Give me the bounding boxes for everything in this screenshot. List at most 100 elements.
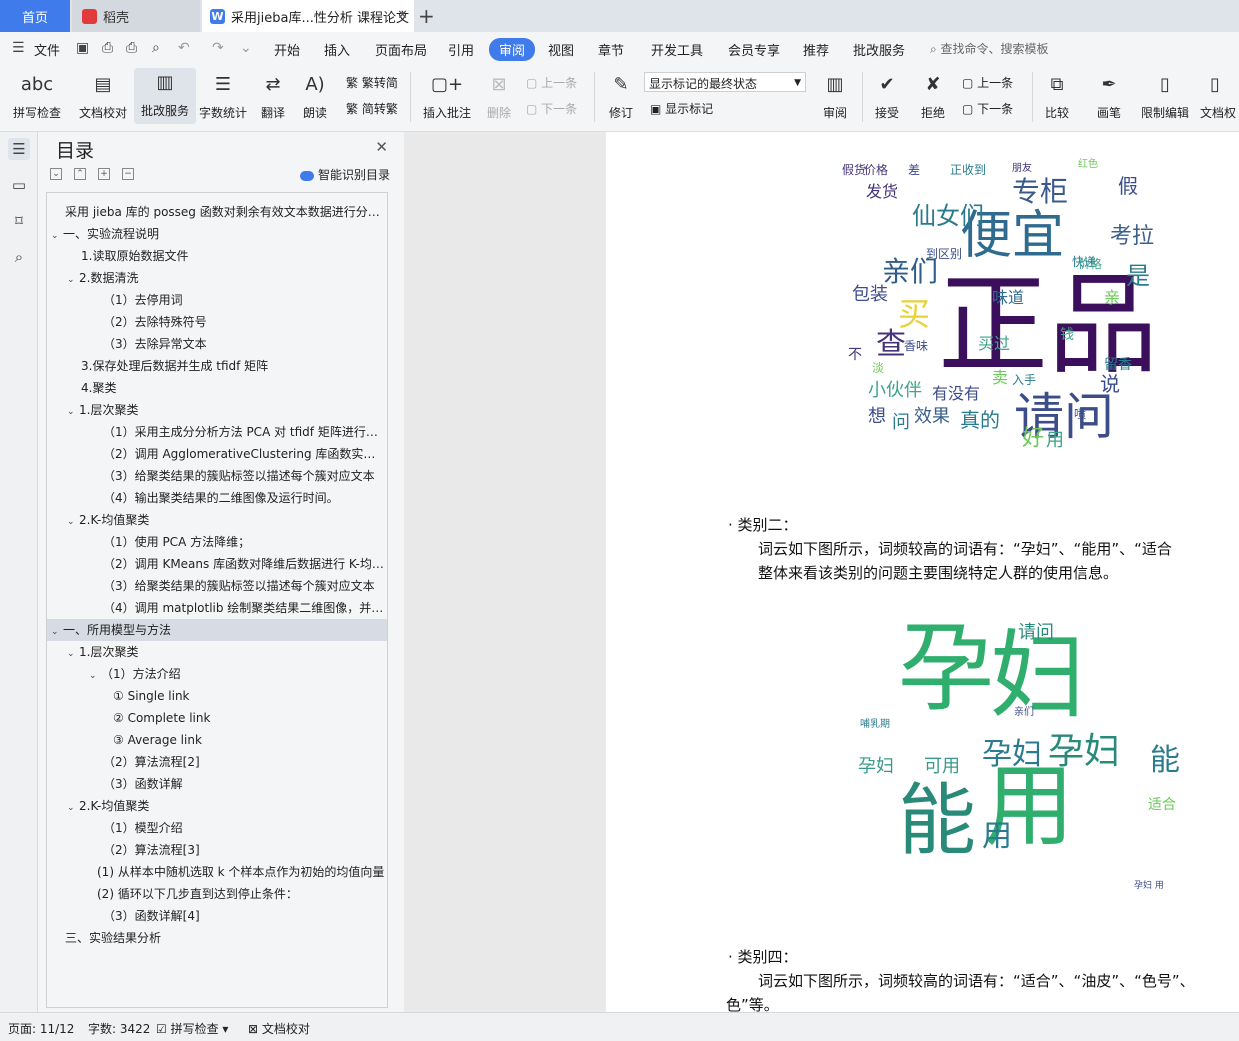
- read-aloud-button[interactable]: A) 朗读: [284, 70, 346, 121]
- menu-developer[interactable]: 开发工具: [651, 40, 703, 59]
- menu-insert[interactable]: 插入: [324, 40, 350, 59]
- toc-item[interactable]: （2）算法流程[2]: [47, 751, 387, 773]
- doc-rights-button[interactable]: ▯ 文档权: [1194, 70, 1239, 121]
- toc-item[interactable]: ⌄ 一、所用模型与方法: [47, 619, 387, 641]
- track-changes-button[interactable]: ✎ 修订: [590, 70, 652, 121]
- prev-comment-button[interactable]: ▢ 上一条: [526, 74, 577, 91]
- toc-item[interactable]: 采用 jieba 库的 posseg 函数对剩余有效文本数据进行分词处理: [47, 201, 387, 223]
- redo-icon[interactable]: ↷: [212, 40, 224, 56]
- toc-item[interactable]: 1.读取原始数据文件: [47, 245, 387, 267]
- tab-document[interactable]: W 采用jieba库...性分析 课程论文 ✕: [202, 0, 414, 32]
- chapter-nav-icon[interactable]: ▭: [8, 174, 30, 196]
- toc-item[interactable]: ③ Average link: [47, 729, 387, 751]
- toc-item[interactable]: （1）采用主成分分析方法 PCA 对 tfidf 矩阵进行降维: [47, 421, 387, 443]
- toc-item[interactable]: （1）使用 PCA 方法降维；: [47, 531, 387, 553]
- next-change-button[interactable]: ▢ 下一条: [962, 100, 1013, 117]
- toc-item[interactable]: （3）函数详解: [47, 773, 387, 795]
- toc-item[interactable]: ⌄ 一、实验流程说明: [47, 223, 387, 245]
- expand-all-icon[interactable]: ⌃: [74, 168, 86, 180]
- menu-file[interactable]: 文件: [34, 40, 60, 59]
- menu-member[interactable]: 会员专享: [728, 40, 780, 59]
- toc-item[interactable]: (2) 循环以下几步直到达到停止条件：: [47, 883, 387, 905]
- status-doc-proof[interactable]: ⊠ 文档校对: [248, 1020, 310, 1037]
- toc-item[interactable]: （3）给聚类结果的簇贴标签以描述每个簇对应文本: [47, 575, 387, 597]
- chevron-down-icon[interactable]: ⌄: [51, 225, 63, 245]
- collapse-all-icon[interactable]: ⌄: [50, 168, 62, 180]
- menu-recommend[interactable]: 推荐: [803, 40, 829, 59]
- toc-item[interactable]: （1）模型介绍: [47, 817, 387, 839]
- chevron-down-icon[interactable]: ⌄: [89, 665, 101, 685]
- toc-item[interactable]: ② Complete link: [47, 707, 387, 729]
- doc-proof-button[interactable]: ▤ 文档校对: [72, 70, 134, 121]
- toc-item[interactable]: 4.聚类: [47, 377, 387, 399]
- next-comment-button[interactable]: ▢ 下一条: [526, 100, 577, 117]
- menu-correction-service[interactable]: 批改服务: [853, 40, 905, 59]
- tab-home[interactable]: 首页: [0, 0, 70, 32]
- tab-daoke[interactable]: 稻壳: [72, 0, 200, 32]
- remove-heading-icon[interactable]: −: [122, 168, 134, 180]
- chevron-down-icon[interactable]: ⌄: [67, 511, 79, 531]
- toc-item[interactable]: ① Single link: [47, 685, 387, 707]
- status-spellcheck[interactable]: ☑ 拼写检查 ▾: [156, 1020, 228, 1037]
- chevron-down-icon[interactable]: ⌄: [67, 269, 79, 289]
- print-preview-icon[interactable]: ⌕: [152, 40, 160, 56]
- to-traditional-button[interactable]: 繁 繁转简: [346, 74, 398, 91]
- chevron-down-icon[interactable]: ⌄: [67, 643, 79, 663]
- toc-item[interactable]: （2）去除特殊符号: [47, 311, 387, 333]
- markup-state-select[interactable]: 显示标记的最终状态 ▼: [644, 72, 806, 92]
- toc-item[interactable]: (1) 从样本中随机选取 k 个样本点作为初始的均值向量: [47, 861, 387, 883]
- menu-references[interactable]: 引用: [448, 40, 474, 59]
- toc-item[interactable]: （3）给聚类结果的簇贴标签以描述每个簇对应文本: [47, 465, 387, 487]
- toc-item[interactable]: （1）去停用词: [47, 289, 387, 311]
- search-icon[interactable]: ⌕: [8, 246, 30, 268]
- toc-item[interactable]: ⌄ 2.K-均值聚类: [47, 509, 387, 531]
- toc-item[interactable]: ⌄ 2.K-均值聚类: [47, 795, 387, 817]
- chevron-down-icon[interactable]: ⌄: [67, 401, 79, 421]
- page-indicator[interactable]: 页面: 11/12: [8, 1020, 74, 1037]
- toc-item[interactable]: ⌄ 2.数据清洗: [47, 267, 387, 289]
- correction-service-button[interactable]: ▥ 批改服务: [134, 68, 196, 124]
- menu-chapter[interactable]: 章节: [598, 40, 624, 59]
- document-page[interactable]: 正品 便宜 请问 专柜 仙女们 亲们查买考拉是小伙伴 有没有 真的好用说想问效果 包装 发货假味道…: [606, 132, 1239, 1012]
- ink-button[interactable]: ✒ 画笔: [1078, 70, 1140, 121]
- toc-item[interactable]: （2）调用 AgglomerativeClustering 库函数实现聚类: [47, 443, 387, 465]
- print-icon[interactable]: ⎙: [126, 40, 137, 56]
- menu-view[interactable]: 视图: [548, 40, 574, 59]
- menu-start[interactable]: 开始: [274, 40, 300, 59]
- to-simplified-button[interactable]: 繁 简转繁: [346, 100, 398, 117]
- chevron-down-icon[interactable]: ⌄: [67, 797, 79, 817]
- show-markup-button[interactable]: ▣ 显示标记: [650, 100, 713, 117]
- prev-change-button[interactable]: ▢ 上一条: [962, 74, 1013, 91]
- chevron-down-icon[interactable]: ⌄: [51, 621, 63, 641]
- menu-page-layout[interactable]: 页面布局: [375, 40, 427, 59]
- new-tab-button[interactable]: +: [418, 4, 435, 28]
- word-count-indicator[interactable]: 字数: 3422: [88, 1020, 150, 1037]
- close-tab-icon[interactable]: ✕: [397, 8, 408, 23]
- toc-item[interactable]: （2）调用 KMeans 库函数对降维后数据进行 K-均值聚类: [47, 553, 387, 575]
- toc-item[interactable]: ⌄ 1.层次聚类: [47, 641, 387, 663]
- delete-comment-button[interactable]: ⊠ 删除: [468, 70, 530, 121]
- toc-item[interactable]: 三、实验结果分析: [47, 927, 387, 949]
- toc-item[interactable]: 3.保存处理后数据并生成 tfidf 矩阵: [47, 355, 387, 377]
- toc-item[interactable]: （4）输出聚类结果的二维图像及运行时间。: [47, 487, 387, 509]
- toc-item[interactable]: ⌄ （1）方法介绍: [47, 663, 387, 685]
- bookmark-icon[interactable]: ⌑: [8, 210, 30, 232]
- toc-item[interactable]: （3）函数详解[4]: [47, 905, 387, 927]
- toc-item[interactable]: （4）调用 matplotlib 绘制聚类结果二维图像，并输出: [47, 597, 387, 619]
- smart-toc-button[interactable]: 智能识别目录: [300, 166, 390, 183]
- reject-button[interactable]: ✘ 拒绝: [902, 70, 964, 121]
- toc-icon[interactable]: ☰: [8, 138, 30, 160]
- close-icon[interactable]: ✕: [375, 138, 388, 156]
- undo-icon[interactable]: ↶: [178, 40, 190, 56]
- add-heading-icon[interactable]: +: [98, 168, 110, 180]
- spellcheck-button[interactable]: abc 拼写检查: [6, 70, 68, 121]
- export-pdf-icon[interactable]: ⎙: [102, 40, 113, 56]
- save-icon[interactable]: ▣: [76, 40, 89, 56]
- menu-review[interactable]: 审阅: [489, 38, 536, 61]
- hamburger-menu-icon[interactable]: ☰: [12, 40, 25, 56]
- toc-item[interactable]: （2）算法流程[3]: [47, 839, 387, 861]
- toc-item[interactable]: （3）去除异常文本: [47, 333, 387, 355]
- toc-item[interactable]: ⌄ 1.层次聚类: [47, 399, 387, 421]
- command-search[interactable]: ⌕ 查找命令、搜索模板: [930, 40, 1049, 57]
- more-chevron-icon[interactable]: ⌄: [240, 40, 252, 56]
